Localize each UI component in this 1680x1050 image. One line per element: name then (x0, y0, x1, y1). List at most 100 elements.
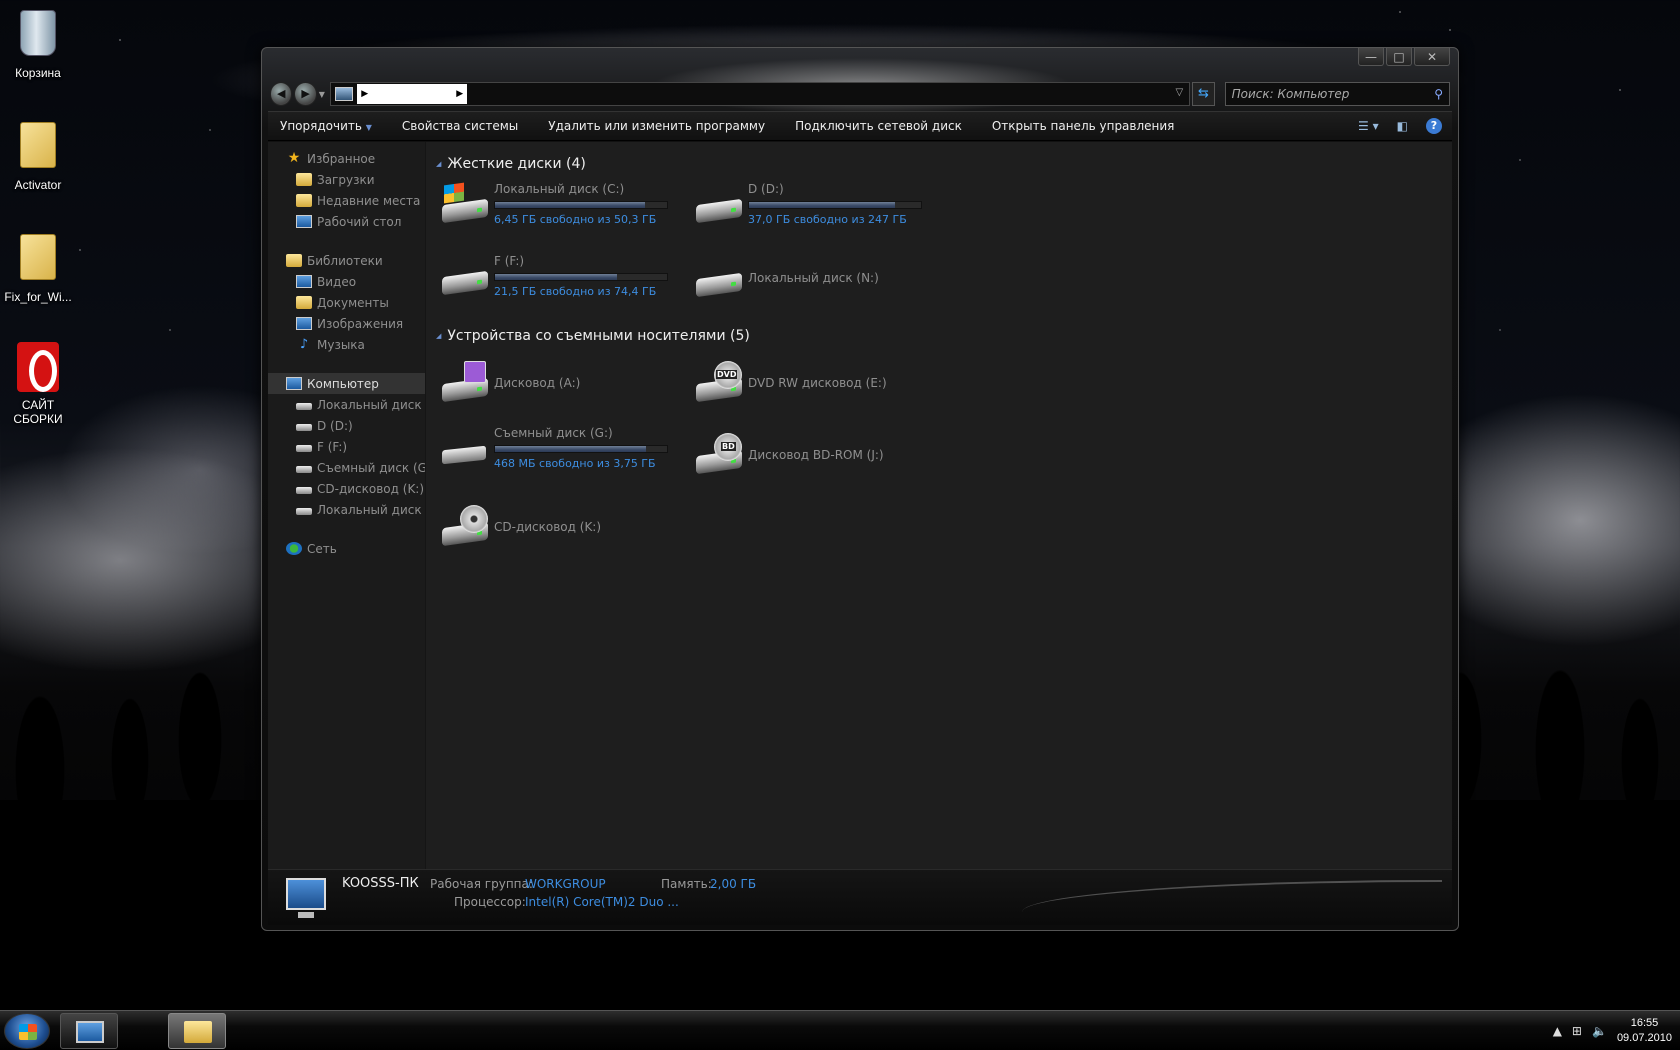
show-hidden-icons-icon[interactable]: ▲ (1553, 1024, 1562, 1038)
navigation-bar: ◀ ▶ ▼ ▶ ▶ ▽ ⇆ Поиск: Компьютер ⚲ (270, 81, 1450, 107)
desktop-icon-site-shortcut[interactable]: САЙТ СБОРКИ (0, 340, 76, 426)
drive-item-d[interactable]: D (D:) 37,0 ГБ свободно из 247 ГБ (690, 182, 944, 240)
network-status-icon[interactable]: ⊞ (1572, 1024, 1582, 1038)
clock[interactable]: 16:55 09.07.2010 (1617, 1016, 1672, 1046)
caption-buttons: — □ ✕ (1358, 48, 1450, 66)
drive-item-k[interactable]: CD-дисковод (K:) (436, 498, 690, 556)
refresh-button[interactable]: ⇆ (1192, 82, 1215, 106)
desktop-icon-recycle-bin[interactable]: Корзина (0, 6, 76, 80)
nav-label: Изображения (317, 316, 404, 331)
nav-label: Музыка (317, 337, 365, 352)
map-network-drive-button[interactable]: Подключить сетевой диск (795, 119, 962, 133)
preview-pane-icon[interactable]: ◧ (1397, 119, 1408, 133)
desktop-icon-activator[interactable]: Activator (0, 118, 76, 192)
chevron-down-icon: ▼ (365, 123, 372, 132)
volume-icon[interactable]: 🔈 (1592, 1024, 1607, 1038)
drive-item-e[interactable]: DVD DVD RW дисковод (E:) (690, 354, 944, 412)
nav-label: Сеть (307, 541, 337, 556)
workgroup-value: WORKGROUP (525, 877, 606, 891)
drive-name: D (D:) (748, 182, 784, 196)
folder-icon (14, 122, 62, 174)
file-view: ◢ Жесткие диски (4) Локальный диск (C:) … (426, 142, 1452, 869)
nav-drive-c[interactable]: Локальный диск (C (268, 394, 425, 415)
removable-drive-icon (296, 465, 312, 473)
taskbar: ▲ ⊞ 🔈 16:55 09.07.2010 (0, 1010, 1680, 1050)
chevron-right-icon[interactable]: ▶ (361, 89, 368, 99)
memory-label: Память: (661, 877, 712, 891)
open-control-panel-button[interactable]: Открыть панель управления (992, 119, 1175, 133)
nav-libraries[interactable]: Библиотеки (268, 250, 425, 271)
search-icon[interactable]: ⚲ (1434, 87, 1443, 101)
nav-network[interactable]: Сеть (268, 538, 425, 559)
navigation-pane: ★ Избранное Загрузки Недавние места Рабоч… (268, 142, 426, 869)
address-bar[interactable]: ▶ ▶ ▽ (330, 82, 1191, 106)
taskbar-explorer[interactable] (168, 1013, 226, 1049)
usage-bar-fill (495, 274, 618, 280)
collapse-arrow-icon[interactable]: ◢ (436, 332, 441, 340)
nav-video[interactable]: Видео (268, 271, 425, 292)
nav-drive-n[interactable]: Локальный диск (N (268, 499, 425, 520)
drive-item-c[interactable]: Локальный диск (C:) 6,45 ГБ свободно из … (436, 182, 690, 240)
nav-label: Документы (317, 295, 389, 310)
view-options-icon[interactable]: ☰ ▾ (1358, 119, 1379, 133)
drive-name: F (F:) (494, 254, 525, 268)
organize-button[interactable]: Упорядочить ▼ (280, 119, 372, 133)
start-button[interactable] (4, 1013, 50, 1049)
drive-item-f[interactable]: F (F:) 21,5 ГБ свободно из 74,4 ГБ (436, 254, 690, 312)
taskbar-control-panel[interactable] (60, 1013, 118, 1049)
hard-drive-icon (296, 444, 312, 452)
maximize-button[interactable]: □ (1386, 48, 1412, 66)
hard-drive-icon (296, 402, 312, 410)
disc-badge: BD (721, 442, 736, 451)
nav-computer[interactable]: Компьютер (268, 373, 425, 394)
section-removable-devices[interactable]: ◢ Устройства со съемными носителями (5) (436, 326, 1452, 346)
network-icon (286, 542, 302, 555)
content-area: ★ Избранное Загрузки Недавние места Рабоч… (268, 142, 1452, 869)
nav-documents[interactable]: Документы (268, 292, 425, 313)
drive-free-space: 6,45 ГБ свободно из 50,3 ГБ (494, 213, 657, 226)
drive-item-a[interactable]: Дисковод (A:) (436, 354, 690, 412)
nav-label: Съемный диск (G:) (317, 460, 425, 475)
system-properties-button[interactable]: Свойства системы (402, 119, 518, 133)
drive-item-g[interactable]: Съемный диск (G:) 468 МБ свободно из 3,7… (436, 426, 690, 484)
help-icon[interactable]: ? (1426, 118, 1442, 134)
nav-desktop[interactable]: Рабочий стол (268, 211, 425, 232)
section-title: Устройства со съемными носителями (5) (447, 328, 750, 344)
nav-label: Избранное (307, 151, 376, 166)
nav-label: F (F:) (317, 439, 348, 454)
nav-downloads[interactable]: Загрузки (268, 169, 425, 190)
back-button[interactable]: ◀ (270, 82, 293, 106)
collapse-arrow-icon[interactable]: ◢ (436, 160, 441, 168)
drive-name: DVD RW дисковод (E:) (748, 375, 887, 390)
nav-pictures[interactable]: Изображения (268, 313, 425, 334)
uninstall-program-button[interactable]: Удалить или изменить программу (548, 119, 765, 133)
drive-free-space: 468 МБ свободно из 3,75 ГБ (494, 457, 656, 470)
forward-button[interactable]: ▶ (294, 82, 317, 106)
recent-pages-dropdown[interactable]: ▼ (319, 90, 326, 99)
video-library-icon (296, 275, 312, 288)
desktop-icon-fix-for-win[interactable]: Fix_for_Wi... (0, 230, 76, 304)
chevron-down-icon[interactable]: ▽ (1176, 87, 1184, 98)
nav-label: Компьютер (307, 376, 379, 391)
libraries-icon (286, 254, 302, 267)
drive-item-n[interactable]: Локальный диск (N:) (690, 254, 944, 302)
search-input[interactable]: Поиск: Компьютер ⚲ (1224, 82, 1450, 106)
documents-library-icon (296, 296, 312, 309)
nav-music[interactable]: ♪ Музыка (268, 334, 425, 355)
drive-item-j[interactable]: BD Дисковод BD-ROM (J:) (690, 426, 944, 484)
nav-drive-k[interactable]: CD-дисковод (K:) (268, 478, 425, 499)
nav-recent-places[interactable]: Недавние места (268, 190, 425, 211)
chevron-right-icon[interactable]: ▶ (456, 89, 463, 99)
nav-drive-f[interactable]: F (F:) (268, 436, 425, 457)
nav-drive-d[interactable]: D (D:) (268, 415, 425, 436)
desktop-icon-label: Fix_for_Wi... (4, 290, 72, 304)
minimize-button[interactable]: — (1358, 48, 1384, 66)
section-hard-drives[interactable]: ◢ Жесткие диски (4) (436, 154, 1452, 174)
cpu-value: Intel(R) Core(TM)2 Duo ... (525, 895, 679, 909)
clock-time: 16:55 (1630, 1017, 1659, 1029)
usage-bar-fill (749, 202, 896, 208)
close-button[interactable]: ✕ (1414, 48, 1450, 66)
breadcrumb[interactable]: ▶ ▶ (357, 84, 468, 104)
nav-favorites[interactable]: ★ Избранное (268, 148, 425, 169)
nav-drive-g[interactable]: Съемный диск (G:) (268, 457, 425, 478)
